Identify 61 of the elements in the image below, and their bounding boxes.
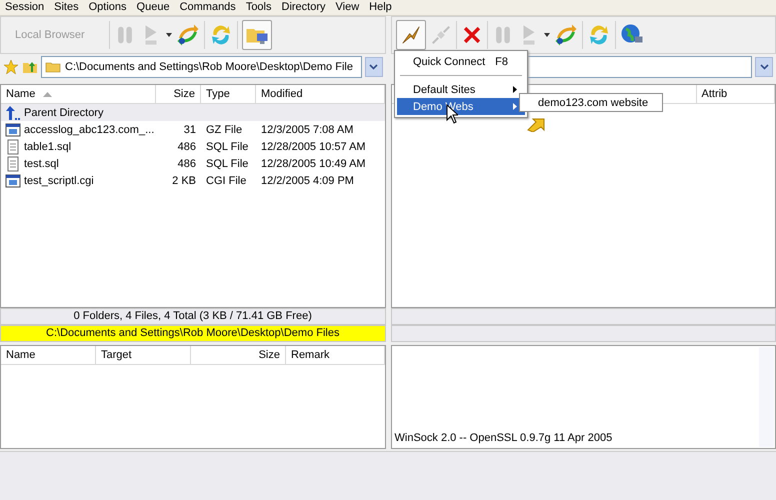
file-modified: 12/3/2005 7:08 AM: [260, 124, 354, 136]
file-size: 486: [176, 158, 197, 170]
connect-button[interactable]: [396, 20, 426, 50]
file-name[interactable]: table1.sql: [24, 140, 72, 152]
refresh-icon: [209, 23, 233, 47]
caret-icon[interactable]: [544, 33, 550, 37]
submenu-arrow-icon: [513, 103, 517, 110]
menu-item[interactable]: View: [330, 0, 364, 15]
column-header[interactable]: Size: [156, 85, 201, 103]
file-name[interactable]: test_scriptl.cgi: [24, 174, 94, 186]
file-type: GZ File: [205, 124, 244, 136]
summary-text: 0 Folders, 4 Files, 4 Total (3 KB / 71.41 GB Free): [0, 308, 386, 325]
submenu-arrow-icon: [513, 86, 517, 93]
column-header[interactable]: Type: [201, 85, 256, 103]
local-browser-label: Local Browser: [14, 29, 86, 41]
dropdown-icon[interactable]: [760, 64, 768, 70]
path-text: C:\Documents and Settings\Rob Moore\Desktop\Demo File: [65, 61, 353, 73]
column-header[interactable]: Attrib: [696, 85, 775, 103]
menu-item[interactable]: Tools: [240, 0, 276, 15]
address-dropdown[interactable]: [755, 57, 773, 77]
current-path: C:\Documents and Settings\Rob Moore\Desktop\Demo Files: [0, 325, 386, 342]
menu-item[interactable]: Sites: [49, 0, 84, 15]
file-name[interactable]: test.sql: [24, 158, 59, 170]
column-header[interactable]: Modified: [256, 85, 384, 103]
menu-item[interactable]: Help: [364, 0, 397, 15]
menu-item[interactable]: Queue: [132, 0, 175, 15]
star-icon: [3, 59, 19, 75]
transfer-icon: [176, 23, 200, 47]
file-size: 2 KB: [171, 174, 197, 186]
path-dropdown[interactable]: [364, 57, 382, 77]
log-line: WinSock 2.0 -- OpenSSL 0.9.7g 11 Apr 2005: [394, 432, 614, 444]
file-size: 486: [176, 140, 197, 152]
dropdown-icon[interactable]: [369, 64, 378, 70]
file-size: 31: [182, 124, 197, 136]
file-type: SQL File: [205, 140, 250, 152]
file-type: CGI File: [205, 174, 248, 186]
up-arrow-icon: [5, 104, 21, 120]
file-name[interactable]: accesslog_abc123.com_...: [24, 124, 154, 136]
path-field[interactable]: C:\Documents and Settings\Rob Moore\Desktop\Demo File: [41, 56, 362, 78]
sort-icon: [43, 92, 52, 96]
file-modified: 12/28/2005 10:49 AM: [260, 158, 367, 170]
column-header[interactable]: Name: [1, 346, 96, 364]
local-browser-button[interactable]: [242, 20, 272, 50]
menu-item[interactable]: Session: [0, 0, 50, 15]
column-header[interactable]: Size: [191, 346, 286, 364]
caret-icon[interactable]: [166, 33, 172, 37]
column-header[interactable]: Target: [96, 346, 191, 364]
transfer-icon: [554, 23, 578, 47]
menu-item[interactable]: Options: [84, 0, 132, 15]
file-modified: 12/28/2005 10:57 AM: [260, 140, 367, 152]
submenu-entry[interactable]: demo123.com website: [519, 93, 664, 112]
lightning-icon: [400, 24, 422, 46]
file-type: SQL File: [205, 158, 250, 170]
file-modified: 12/2/2005 4:09 PM: [260, 174, 355, 186]
menu-item[interactable]: Directory: [276, 0, 331, 15]
plug-icon: [430, 24, 452, 46]
menu-item[interactable]: Commands: [174, 0, 241, 15]
scrollbar[interactable]: [759, 347, 774, 447]
column-header[interactable]: Name: [1, 85, 156, 103]
column-header[interactable]: Remark: [286, 346, 384, 364]
file-name[interactable]: Parent Directory: [24, 106, 104, 118]
